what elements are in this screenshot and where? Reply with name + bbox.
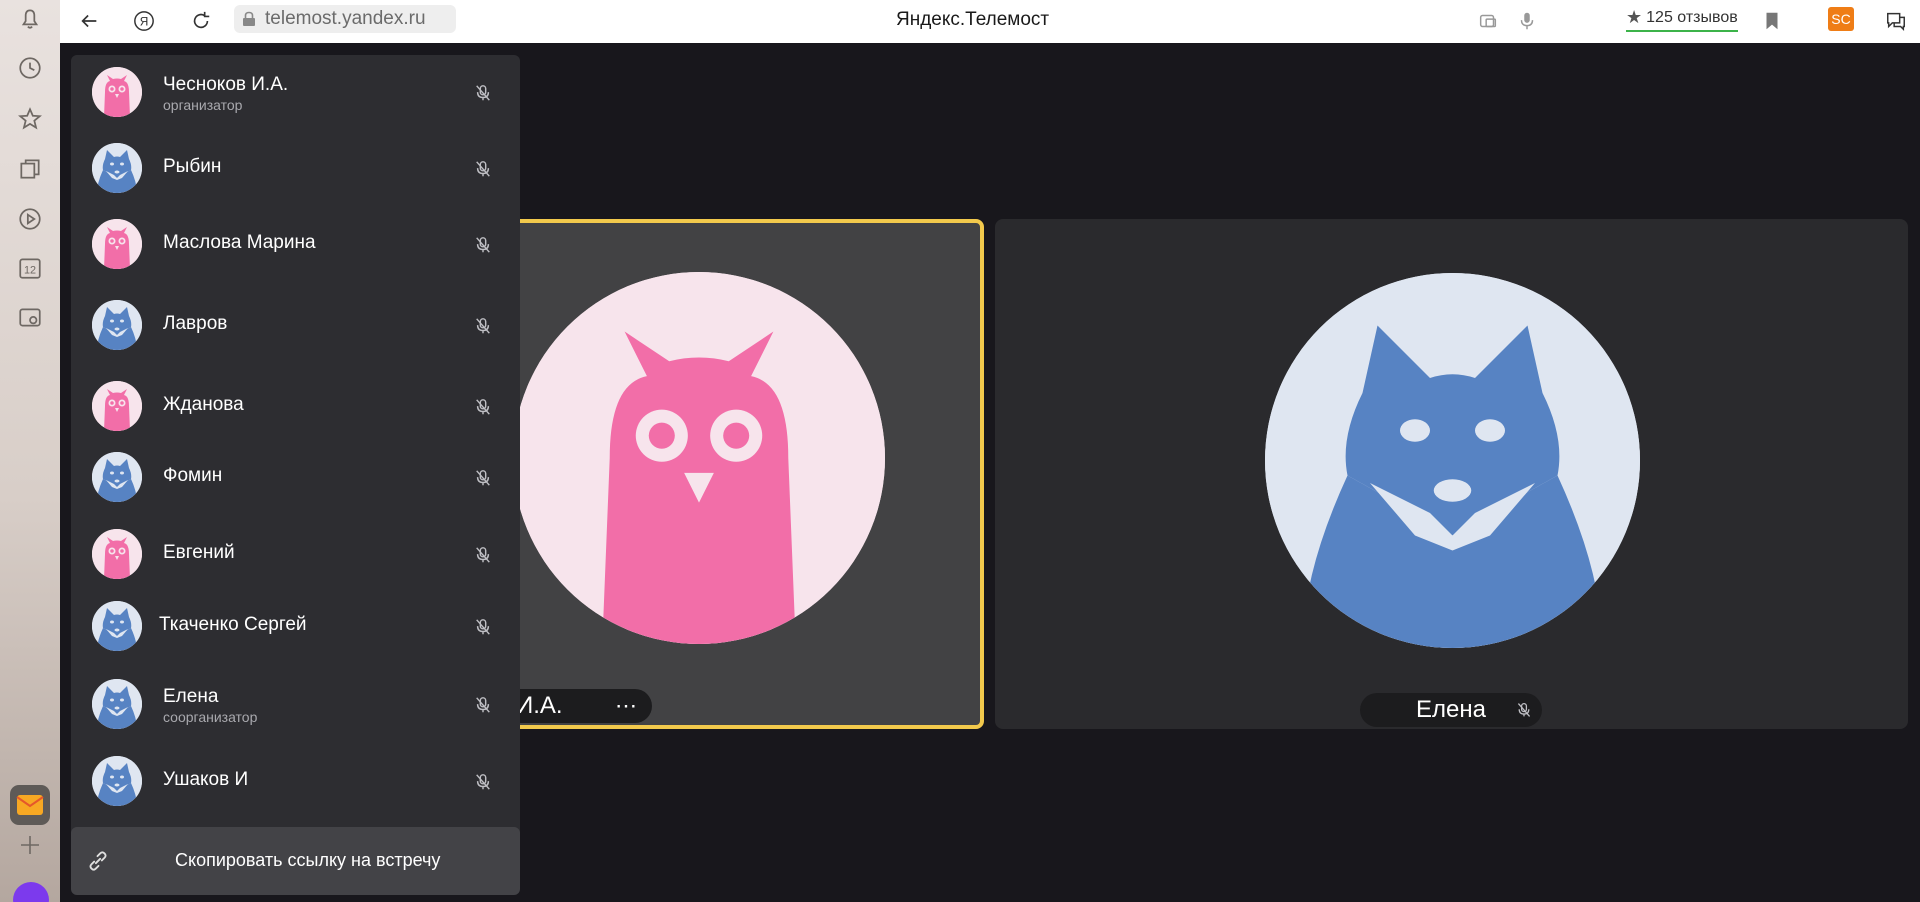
fox-avatar — [92, 601, 142, 651]
mic-off-icon — [1516, 702, 1532, 718]
star-icon: ★ — [1626, 7, 1643, 27]
mail-icon[interactable] — [10, 785, 50, 825]
collections-icon[interactable] — [15, 154, 45, 184]
participant-row[interactable]: Рыбин — [71, 131, 520, 205]
participant-row[interactable]: Елена соорганизатор — [71, 667, 520, 741]
picture-in-picture-icon[interactable] — [1473, 6, 1503, 36]
url-text: telemost.yandex.ru — [265, 8, 426, 29]
extension-sc-button[interactable]: SC — [1828, 7, 1854, 31]
video-tile[interactable]: Елена — [995, 219, 1908, 729]
calendar-icon[interactable]: 12 — [15, 253, 45, 283]
mic-off-icon — [474, 546, 492, 564]
owl-avatar — [92, 529, 142, 579]
participant-row[interactable]: Евгений — [71, 517, 520, 591]
browser-toolbar: Я telemost.yandex.ru Яндекс.Телемост ★ 1… — [60, 0, 1920, 43]
add-icon[interactable] — [15, 830, 45, 860]
fox-avatar — [92, 300, 142, 350]
mic-off-icon — [474, 469, 492, 487]
alice-assistant-icon[interactable] — [13, 882, 49, 902]
svg-text:Я: Я — [140, 15, 149, 29]
fox-avatar — [1265, 273, 1640, 648]
tile-participant-name: Елена — [1416, 696, 1486, 723]
fox-avatar — [92, 756, 142, 806]
owl-avatar — [92, 219, 142, 269]
messages-icon[interactable] — [1881, 6, 1911, 36]
mic-off-icon — [474, 773, 492, 791]
participant-name: Евгений — [163, 542, 235, 563]
participant-name: Чесноков И.А. — [163, 74, 289, 95]
copy-meeting-link-button[interactable]: Скопировать ссылку на встречу — [71, 827, 520, 895]
svg-text:12: 12 — [24, 264, 36, 276]
bookmark-icon[interactable] — [1757, 6, 1787, 36]
bookmarks-icon[interactable] — [15, 104, 45, 134]
history-icon[interactable] — [15, 53, 45, 83]
tile-name-pill: Елена — [1360, 693, 1542, 727]
fox-avatar — [92, 452, 142, 502]
participant-name: Ткаченко Сергей — [159, 614, 307, 635]
participant-row[interactable]: Лавров — [71, 288, 520, 362]
mic-off-icon — [474, 398, 492, 416]
participant-row[interactable]: Ушаков И — [71, 744, 520, 818]
participant-row[interactable]: Чесноков И.А. организатор — [71, 55, 520, 129]
owl-avatar — [513, 272, 885, 644]
reviews-link[interactable]: ★ 125 отзывов — [1626, 7, 1738, 32]
participants-panel: Чесноков И.А. организатор Рыбин Маслова … — [71, 55, 520, 893]
mic-off-icon — [474, 160, 492, 178]
mic-off-icon — [474, 317, 492, 335]
participant-row[interactable]: Жданова — [71, 369, 520, 443]
participant-name: Ушаков И — [163, 769, 249, 790]
participant-row[interactable]: Фомин — [71, 440, 520, 514]
browser-sidebar: 12 — [0, 0, 60, 902]
mic-off-icon — [474, 696, 492, 714]
page-title: Яндекс.Телемост — [896, 9, 1050, 30]
participant-row[interactable]: Ткаченко Сергей — [71, 589, 520, 663]
owl-avatar — [92, 381, 142, 431]
screenshot-icon[interactable] — [15, 303, 45, 333]
video-tile-active[interactable]: И.А. ⋯ — [488, 219, 984, 729]
participant-row[interactable]: Маслова Марина — [71, 207, 520, 281]
tile-name-pill: И.А. ⋯ — [502, 689, 652, 723]
participant-name: Елена — [163, 686, 219, 707]
fox-avatar — [92, 679, 142, 729]
yandex-logo-icon[interactable]: Я — [129, 6, 159, 36]
participant-role: организатор — [163, 97, 243, 113]
copy-link-label: Скопировать ссылку на встречу — [175, 850, 441, 870]
microphone-icon[interactable] — [1512, 6, 1542, 36]
tile-participant-name: И.А. — [516, 692, 563, 719]
owl-avatar — [92, 67, 142, 117]
link-icon — [89, 851, 107, 871]
mic-off-icon — [474, 84, 492, 102]
mic-off-icon — [474, 236, 492, 254]
reviews-count: 125 отзывов — [1646, 8, 1738, 26]
back-button[interactable] — [74, 6, 104, 36]
participant-name: Маслова Марина — [163, 232, 316, 253]
bell-icon[interactable] — [15, 4, 45, 34]
address-bar[interactable]: telemost.yandex.ru — [234, 5, 456, 33]
mic-off-icon — [474, 618, 492, 636]
more-options-button[interactable]: ⋯ — [615, 693, 638, 719]
participant-role: соорганизатор — [163, 709, 258, 725]
participant-name: Жданова — [163, 394, 244, 415]
participant-name: Лавров — [163, 313, 228, 334]
participant-name: Фомин — [163, 465, 223, 486]
reload-icon[interactable] — [186, 6, 216, 36]
video-play-icon[interactable] — [15, 204, 45, 234]
fox-avatar — [92, 143, 142, 193]
lock-icon — [243, 11, 255, 26]
participant-name: Рыбин — [163, 156, 222, 177]
